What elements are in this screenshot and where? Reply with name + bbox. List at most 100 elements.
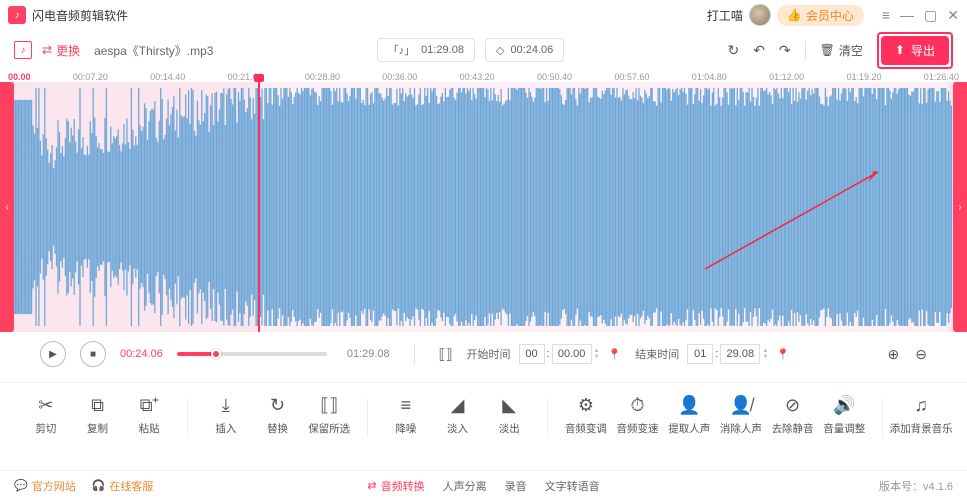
ruler-tick: 00:43.20 [460, 72, 495, 82]
tool-淡入[interactable]: ◢淡入 [432, 395, 484, 436]
selection-handle-left[interactable]: ‹ [0, 82, 14, 332]
tool-替换[interactable]: ↻ 替换 [252, 395, 304, 436]
play-button[interactable]: ▶ [40, 341, 66, 367]
waveform-viewport[interactable]: ‹ › [0, 82, 967, 332]
tool-label: 淡入 [447, 421, 468, 436]
divider [187, 399, 188, 437]
export-highlight: ⬆ 导出 [877, 32, 953, 69]
tool-复制[interactable]: ⧉ 复制 [72, 395, 124, 436]
cursor-time-chip: ◇ 00:24.06 [485, 38, 564, 62]
undo-icon[interactable]: ↶ [753, 42, 765, 59]
selection-handle-right[interactable]: › [953, 82, 967, 332]
ruler-tick: 01:19.20 [846, 72, 881, 82]
zoom-in-icon[interactable]: ⊕ [888, 346, 900, 363]
minimize-icon[interactable]: — [900, 7, 914, 24]
ruler-tick: 00:14.40 [150, 72, 185, 82]
start-seconds-input[interactable]: 00.00 [552, 344, 592, 364]
去除静音-icon: ⊘ [785, 395, 800, 415]
start-minutes-input[interactable]: 00 [519, 344, 545, 364]
tool-淡出[interactable]: ◣淡出 [483, 395, 535, 436]
ruler-tick: 01:26.40 [924, 72, 959, 82]
playhead[interactable] [258, 76, 260, 332]
time-ruler[interactable]: 00.0000:07.2000:14.4000:21.6000:28.8000:… [0, 70, 967, 82]
音频变调-icon: ⚙ [578, 395, 594, 415]
close-icon[interactable]: ✕ [947, 7, 959, 24]
添加背景音乐-icon: ♫ [914, 395, 928, 415]
tool-label: 插入 [215, 421, 236, 436]
member-center-button[interactable]: 👍 会员中心 [777, 5, 864, 26]
消除人声-icon: 👤̸ [730, 395, 752, 415]
official-site-link[interactable]: 💬 官方网站 [14, 478, 76, 494]
divider [367, 399, 368, 437]
selection-bracket-icon[interactable]: ⟦⟧ [439, 346, 453, 363]
file-name: aespa《Thirsty》.mp3 [94, 42, 213, 59]
menu-icon[interactable]: ≡ [882, 7, 890, 24]
voice-separate-link[interactable]: 人声分离 [443, 478, 487, 494]
start-time-spinner[interactable]: ▲▼ [594, 348, 600, 360]
tool-剪切[interactable]: ✂剪切 [20, 395, 72, 436]
end-time-spinner[interactable]: ▲▼ [762, 348, 768, 360]
tool-粘贴[interactable]: ⧉⁺ 粘贴 [123, 395, 175, 436]
提取人声-icon: 👤 [678, 395, 700, 415]
粘贴-icon: ⧉⁺ [140, 395, 159, 415]
替换-icon: ↻ [270, 395, 285, 415]
online-service-link[interactable]: 🎧 在线客服 [92, 478, 154, 494]
tool-label: 保留所选 [308, 421, 350, 436]
tool-音频变调[interactable]: ⚙音频变调 [560, 395, 612, 436]
ruler-tick: 00:28.80 [305, 72, 340, 82]
tool-保留所选[interactable]: ⟦⟧ 保留所选 [303, 395, 355, 436]
tts-link[interactable]: 文字转语音 [545, 478, 600, 494]
tool-label: 替换 [267, 421, 288, 436]
zoom-out-icon[interactable]: ⊖ [915, 346, 927, 363]
divider [882, 399, 883, 437]
stop-button[interactable]: ■ [80, 341, 106, 367]
avatar[interactable] [749, 4, 771, 26]
total-time: 01:29.08 [347, 348, 390, 360]
progress-slider[interactable] [177, 352, 327, 356]
tool-添加背景音乐[interactable]: ♫添加背景音乐 [895, 395, 947, 436]
ruler-tick: 00:36.00 [382, 72, 417, 82]
tool-消除人声[interactable]: 👤̸消除人声 [715, 395, 767, 436]
clear-button[interactable]: 🗑 清空 [820, 42, 863, 59]
swap-icon: ⇄ [42, 43, 52, 57]
refresh-icon[interactable]: ↻ [727, 42, 739, 59]
maximize-icon[interactable]: ▢ [924, 7, 937, 24]
user-label[interactable]: 打工喵 [707, 7, 743, 24]
record-link[interactable]: 录音 [505, 478, 527, 494]
progress-thumb[interactable] [211, 349, 221, 359]
export-button[interactable]: ⬆ 导出 [881, 36, 949, 65]
tool-降噪[interactable]: ≡降噪 [380, 395, 432, 436]
start-time-label: 开始时间 [467, 346, 511, 362]
headset-icon: 🎧 [92, 479, 106, 492]
ruler-tick: 01:12.00 [769, 72, 804, 82]
convert-icon: ⇄ [367, 479, 376, 492]
audio-convert-link[interactable]: ⇄音频转换 [367, 478, 424, 494]
tool-label: 音频变速 [617, 421, 659, 436]
app-title: 闪电音频剪辑软件 [32, 7, 128, 24]
swap-file-button[interactable]: ⇄ 更换 [42, 42, 80, 59]
end-seconds-input[interactable]: 29.08 [720, 344, 760, 364]
ruler-tick: 00.00 [8, 72, 31, 82]
pin-start-icon[interactable]: 📍 [608, 348, 622, 361]
app-logo: ♪ [8, 6, 26, 24]
复制-icon: ⧉ [91, 395, 104, 415]
tool-label: 音量调整 [823, 421, 865, 436]
插入-icon: ⤓ [222, 395, 230, 415]
ruler-tick: 00:57.60 [614, 72, 649, 82]
tool-label: 粘贴 [139, 421, 160, 436]
tool-插入[interactable]: ⤓ 插入 [200, 395, 252, 436]
ruler-tick: 00:50.40 [537, 72, 572, 82]
tool-音频变速[interactable]: ⏱音频变速 [612, 395, 664, 436]
pin-end-icon[interactable]: 📍 [776, 348, 790, 361]
end-minutes-input[interactable]: 01 [687, 344, 713, 364]
duration-icon: 「♪」 [388, 42, 416, 58]
tool-去除静音[interactable]: ⊘去除静音 [767, 395, 819, 436]
end-time-label: 结束时间 [635, 346, 679, 362]
tool-提取人声[interactable]: 👤提取人声 [663, 395, 715, 436]
tool-label: 降噪 [395, 421, 416, 436]
tool-音量调整[interactable]: 🔊音量调整 [818, 395, 870, 436]
保留所选-icon: ⟦⟧ [320, 395, 338, 415]
tool-label: 添加背景音乐 [890, 421, 953, 436]
redo-icon[interactable]: ↷ [779, 42, 791, 59]
tool-label: 复制 [87, 421, 108, 436]
